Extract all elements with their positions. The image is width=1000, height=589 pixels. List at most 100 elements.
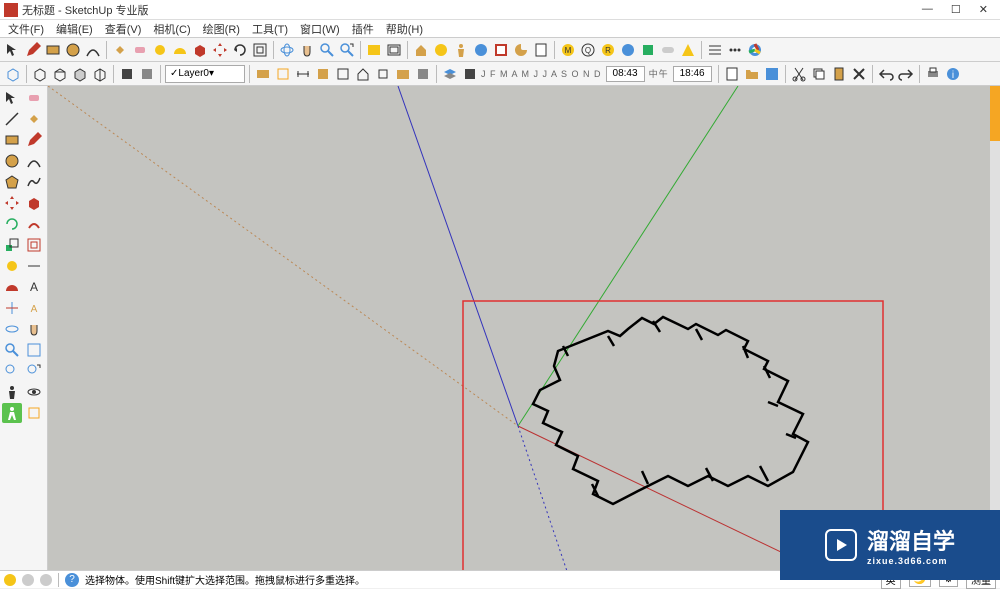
followme-tool-icon[interactable] <box>24 214 44 234</box>
house-3d-icon[interactable] <box>412 41 430 59</box>
globe-2-icon[interactable] <box>619 41 637 59</box>
offset-tool-icon[interactable] <box>24 235 44 255</box>
print-icon[interactable] <box>924 65 942 83</box>
section-icon[interactable] <box>274 65 292 83</box>
orbit-icon[interactable] <box>278 41 296 59</box>
orbit-tool-icon[interactable] <box>2 319 22 339</box>
3dtext-tool-icon[interactable]: A <box>24 298 44 318</box>
cube-icon[interactable] <box>374 65 392 83</box>
arc-icon[interactable] <box>84 41 102 59</box>
sphere-icon[interactable] <box>432 41 450 59</box>
person-icon[interactable] <box>452 41 470 59</box>
menu-tools[interactable]: 工具(T) <box>248 21 292 37</box>
warning-icon[interactable] <box>679 41 697 59</box>
extension-icon[interactable] <box>639 41 657 59</box>
line-tool-icon[interactable] <box>2 109 22 129</box>
pencil-icon[interactable] <box>24 41 42 59</box>
zoom-icon[interactable] <box>318 41 336 59</box>
zoom-ext-tool-icon[interactable] <box>24 361 44 381</box>
paste-icon[interactable] <box>830 65 848 83</box>
time-2[interactable]: 18:46 <box>673 66 712 82</box>
menu-window[interactable]: 窗口(W) <box>296 21 344 37</box>
paint-icon[interactable] <box>414 65 432 83</box>
explode-icon[interactable] <box>71 65 89 83</box>
pushpull-tool-icon[interactable] <box>24 193 44 213</box>
walk-tool-icon[interactable] <box>2 403 22 423</box>
menu-camera[interactable]: 相机(C) <box>149 21 194 37</box>
close-button[interactable]: ✕ <box>979 3 988 16</box>
new-doc-icon[interactable] <box>723 65 741 83</box>
dots-icon[interactable] <box>726 41 744 59</box>
hidden-icon[interactable] <box>118 65 136 83</box>
push-pull-icon[interactable] <box>191 41 209 59</box>
dims-tool-icon[interactable] <box>24 256 44 276</box>
move-tool-icon[interactable] <box>2 193 22 213</box>
polygon-tool-icon[interactable] <box>2 172 22 192</box>
circle-tool-icon[interactable] <box>2 151 22 171</box>
axes-icon[interactable] <box>334 65 352 83</box>
circle-icon[interactable] <box>64 41 82 59</box>
zoom-extents-icon[interactable] <box>338 41 356 59</box>
rotate-tool-icon[interactable] <box>2 214 22 234</box>
zoom-window-tool-icon[interactable] <box>24 340 44 360</box>
info-r-icon[interactable]: R <box>599 41 617 59</box>
menu-plugins[interactable]: 插件 <box>348 21 378 37</box>
star-q-icon[interactable]: Q <box>579 41 597 59</box>
menu-draw[interactable]: 绘图(R) <box>199 21 244 37</box>
arc-tool-icon[interactable] <box>24 151 44 171</box>
chrome-icon[interactable] <box>746 41 764 59</box>
menu-view[interactable]: 查看(V) <box>101 21 146 37</box>
rotate-icon[interactable] <box>231 41 249 59</box>
next-view-icon[interactable] <box>385 41 403 59</box>
protractor-icon[interactable] <box>171 41 189 59</box>
sun-icon[interactable] <box>461 65 479 83</box>
rect-tool-icon[interactable] <box>2 130 22 150</box>
pencil-tool-icon[interactable] <box>24 130 44 150</box>
menu-help[interactable]: 帮助(H) <box>382 21 427 37</box>
toggle-icon[interactable] <box>659 41 677 59</box>
globe-icon[interactable] <box>472 41 490 59</box>
eraser-icon[interactable] <box>131 41 149 59</box>
tape-tool-icon[interactable] <box>2 256 22 276</box>
layers-icon[interactable] <box>441 65 459 83</box>
time-1[interactable]: 08:43 <box>606 66 645 82</box>
select-tool-icon[interactable] <box>2 88 22 108</box>
select-icon[interactable] <box>4 41 22 59</box>
text-tool2-icon[interactable]: A <box>24 277 44 297</box>
protractor-tool-icon[interactable] <box>2 277 22 297</box>
undo-icon[interactable] <box>877 65 895 83</box>
look-tool-icon[interactable] <box>24 382 44 402</box>
scrollbar-thumb[interactable] <box>990 86 1000 141</box>
prev-tool-icon[interactable] <box>2 361 22 381</box>
save-doc-icon[interactable] <box>763 65 781 83</box>
position-tool-icon[interactable] <box>2 382 22 402</box>
lines-icon[interactable] <box>706 41 724 59</box>
move-icon[interactable] <box>211 41 229 59</box>
paint-bucket-icon[interactable] <box>111 41 129 59</box>
redo-icon[interactable] <box>897 65 915 83</box>
right-scrollbar[interactable] <box>990 86 1000 570</box>
minimize-button[interactable]: — <box>922 3 933 16</box>
scale-tool-icon[interactable] <box>2 235 22 255</box>
tape-icon[interactable] <box>151 41 169 59</box>
offset-icon[interactable] <box>251 41 269 59</box>
info-blue-icon[interactable]: i <box>944 65 962 83</box>
prev-view-icon[interactable] <box>365 41 383 59</box>
group-icon[interactable] <box>51 65 69 83</box>
copy-icon[interactable] <box>810 65 828 83</box>
maximize-button[interactable]: ☐ <box>951 3 961 16</box>
doc-icon[interactable] <box>532 41 550 59</box>
section-tool-icon[interactable] <box>24 403 44 423</box>
folder-comp-icon[interactable] <box>394 65 412 83</box>
eraser-tool-icon[interactable] <box>24 88 44 108</box>
pan-tool-icon[interactable] <box>24 319 44 339</box>
wireframe-icon[interactable] <box>91 65 109 83</box>
dims-icon[interactable] <box>294 65 312 83</box>
house-icon[interactable] <box>354 65 372 83</box>
iso-view-icon[interactable] <box>4 65 22 83</box>
window-icon[interactable] <box>492 41 510 59</box>
text-tool-icon[interactable] <box>314 65 332 83</box>
zoom-tool-icon[interactable] <box>2 340 22 360</box>
axes-tool-icon[interactable] <box>2 298 22 318</box>
hand-icon[interactable] <box>298 41 316 59</box>
